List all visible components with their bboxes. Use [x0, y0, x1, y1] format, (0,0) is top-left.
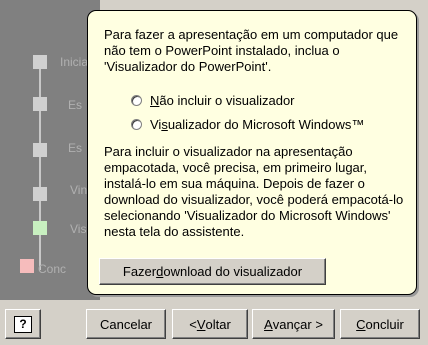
- step-label-4[interactable]: Vin: [70, 183, 87, 197]
- steps-rail: [39, 62, 41, 270]
- step-label-6[interactable]: Conc: [38, 262, 66, 276]
- wizard-button-bar: ? Cancelar < Voltar Avançar > Concluir: [0, 300, 428, 345]
- cancel-button[interactable]: Cancelar: [86, 309, 166, 339]
- step-marker-6-finish: [20, 259, 34, 273]
- step-label-2[interactable]: Es: [68, 98, 82, 112]
- finish-button[interactable]: Concluir: [340, 309, 420, 339]
- step-marker-4: [33, 187, 47, 201]
- download-viewer-button[interactable]: Fazer d ownload do visualizador: [99, 258, 326, 285]
- radio-windows-viewer[interactable]: Visualizador do Microsoft Windows™: [131, 117, 364, 132]
- step-marker-3: [33, 143, 47, 157]
- step-marker-5-current: [33, 221, 47, 235]
- next-button[interactable]: Avançar >: [252, 309, 335, 339]
- radio-windows-viewer-label: Visualizador do Microsoft Windows™: [150, 117, 365, 132]
- step-label-5[interactable]: Vis: [70, 222, 86, 236]
- wizard-steps-panel: Inicia Es Es Vin Vis Conc: [0, 0, 100, 300]
- help-button[interactable]: ?: [5, 309, 41, 339]
- step-marker-1: [33, 55, 47, 69]
- step-marker-2: [33, 97, 47, 111]
- back-button[interactable]: < Voltar: [172, 309, 248, 339]
- step-label-3[interactable]: Es: [68, 141, 82, 155]
- radio-circle-icon[interactable]: [131, 119, 142, 130]
- radio-no-viewer-label: Não incluir o visualizador: [150, 93, 295, 108]
- info-balloon: Para fazer a apresentação em um computad…: [87, 10, 417, 295]
- help-icon: ?: [14, 315, 32, 333]
- radio-no-viewer[interactable]: Não incluir o visualizador: [131, 93, 295, 108]
- step-label-1[interactable]: Inicia: [60, 55, 88, 69]
- balloon-info-text: Para incluir o visualizador na apresenta…: [104, 144, 404, 239]
- balloon-intro-text: Para fazer a apresentação em um computad…: [104, 27, 399, 74]
- radio-circle-icon[interactable]: [131, 95, 142, 106]
